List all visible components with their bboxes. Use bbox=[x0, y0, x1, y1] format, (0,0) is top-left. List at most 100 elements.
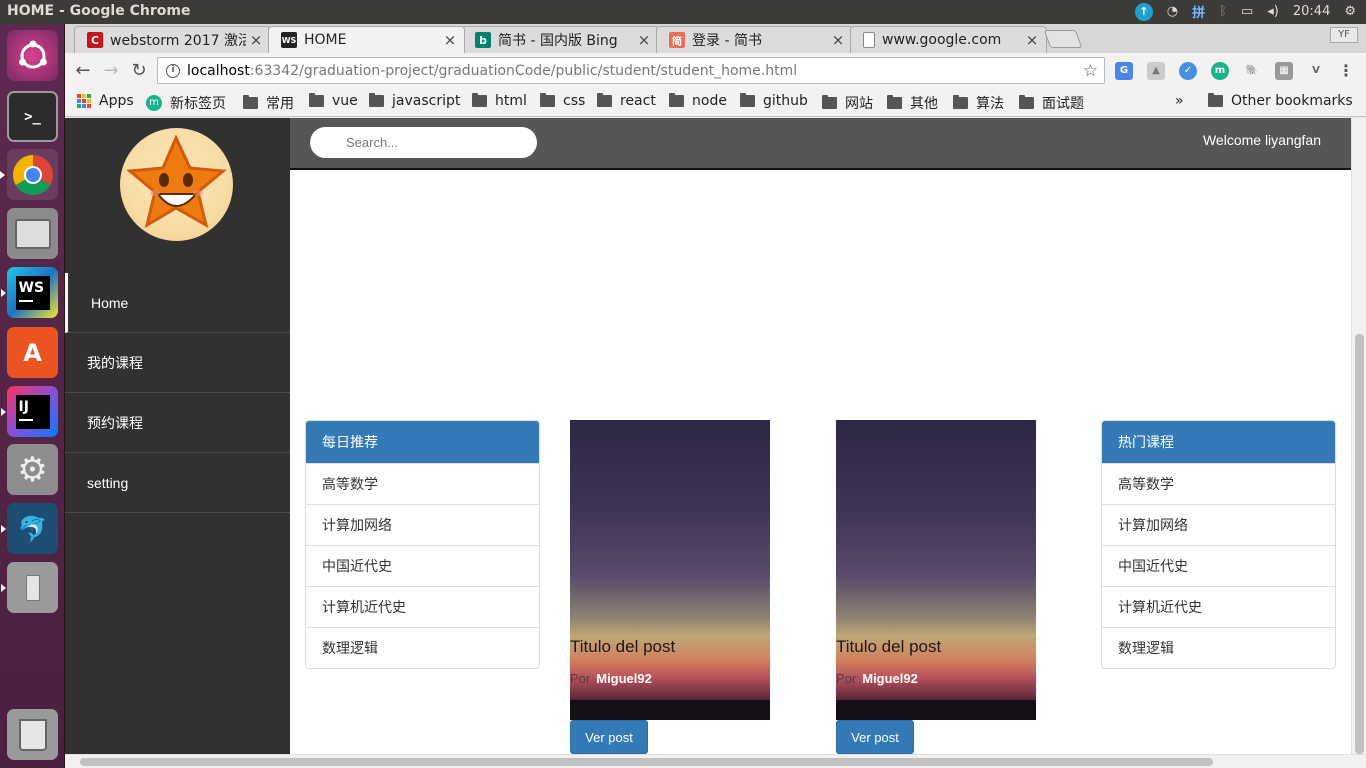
tab-title: 登录 - 简书 bbox=[692, 33, 762, 49]
vertical-scrollbar[interactable] bbox=[1351, 118, 1366, 758]
profile-button[interactable]: YF bbox=[1330, 27, 1358, 43]
new-tab-button[interactable] bbox=[1043, 30, 1083, 48]
system-tray: ↑ ◔ 拼 ᛒ ▭ ◂) 20:44 ⚙ bbox=[1134, 2, 1356, 21]
tab-google[interactable]: www.google.com × bbox=[850, 26, 1047, 53]
close-tab-icon[interactable]: × bbox=[634, 31, 654, 49]
bookmark-apps[interactable]: Apps bbox=[77, 93, 134, 109]
bookmark-folder[interactable]: node bbox=[669, 93, 727, 109]
tab-webstorm[interactable]: C webstorm 2017 激活 × bbox=[74, 26, 271, 53]
wifi-icon[interactable]: ◔ bbox=[1167, 4, 1178, 19]
address-bar[interactable]: i localhost:63342/graduation-project/gra… bbox=[157, 57, 1105, 84]
usb-drive-icon[interactable] bbox=[1, 562, 58, 613]
back-icon[interactable]: ← bbox=[73, 60, 93, 81]
clock[interactable]: 20:44 bbox=[1293, 4, 1330, 19]
webstorm-icon[interactable]: WS bbox=[1, 267, 58, 318]
post-card: Titulo del post Por Miguel92 bbox=[836, 420, 1036, 720]
bookmark-label: javascript bbox=[392, 93, 461, 109]
bookmark-folder[interactable]: javascript bbox=[369, 93, 460, 109]
bookmark-folder[interactable]: react bbox=[597, 93, 656, 109]
list-item[interactable]: 数理逻辑 bbox=[306, 627, 539, 668]
scrollbar-thumb[interactable] bbox=[1355, 334, 1364, 754]
tab-home[interactable]: WS HOME × bbox=[268, 26, 465, 53]
drive-extension-icon[interactable]: ▲ bbox=[1147, 62, 1165, 80]
tab-favicon: 简 bbox=[669, 32, 685, 48]
list-item[interactable]: 计算加网络 bbox=[1102, 504, 1335, 545]
dash-icon[interactable] bbox=[7, 30, 58, 81]
bookmark-folder[interactable]: 常用 bbox=[243, 93, 294, 113]
tab-title: HOME bbox=[304, 32, 347, 48]
close-tab-icon[interactable]: × bbox=[828, 31, 848, 49]
menu-dots-icon[interactable]: ⋮ bbox=[1337, 62, 1355, 80]
avatar[interactable] bbox=[120, 128, 233, 241]
bookmark-label: 算法 bbox=[976, 96, 1004, 112]
info-icon[interactable]: i bbox=[166, 63, 180, 78]
power-gear-icon[interactable]: ⚙ bbox=[1344, 4, 1356, 19]
close-tab-icon[interactable]: × bbox=[1022, 31, 1042, 49]
list-item[interactable]: 计算机近代史 bbox=[1102, 586, 1335, 627]
trash-icon[interactable] bbox=[7, 709, 58, 760]
bookmark-folder[interactable]: html bbox=[472, 93, 527, 109]
evernote-extension-icon[interactable]: 🐘 bbox=[1243, 62, 1261, 80]
bookmark-folder[interactable]: css bbox=[540, 93, 585, 109]
intellij-icon[interactable]: IJ bbox=[1, 386, 58, 437]
terminal-icon[interactable]: >_ bbox=[7, 91, 58, 142]
chrome-icon[interactable] bbox=[0, 149, 58, 200]
view-post-button[interactable]: Ver post bbox=[570, 720, 648, 754]
mysql-workbench-icon[interactable]: 🐬 bbox=[1, 503, 58, 554]
bookmarks-bar: Apps m 新标签页 常用 vue javascript html css r… bbox=[65, 89, 1366, 117]
input-method-indicator[interactable]: 拼 bbox=[1192, 2, 1205, 21]
list-item[interactable]: 计算加网络 bbox=[306, 504, 539, 545]
nav-home[interactable]: Home bbox=[65, 273, 290, 333]
tab-favicon: C bbox=[87, 32, 103, 48]
scrollbar-thumb[interactable] bbox=[80, 758, 1213, 766]
search-input[interactable] bbox=[310, 127, 537, 158]
close-tab-icon[interactable]: × bbox=[440, 31, 460, 49]
v-extension-icon[interactable]: V bbox=[1307, 62, 1325, 80]
list-item[interactable]: 高等数学 bbox=[306, 463, 539, 504]
puzzle-extension-icon[interactable]: ▦ bbox=[1275, 62, 1293, 80]
bookmark-folder[interactable]: 网站 bbox=[822, 93, 873, 113]
tab-favicon: b bbox=[475, 32, 491, 48]
bookmark-new-tab[interactable]: m 新标签页 bbox=[146, 93, 226, 113]
list-item[interactable]: 中国近代史 bbox=[1102, 545, 1335, 586]
horizontal-scrollbar[interactable] bbox=[65, 754, 1366, 768]
nav-setting[interactable]: setting bbox=[65, 453, 290, 513]
bookmark-folder[interactable]: vue bbox=[309, 93, 358, 109]
folder-icon bbox=[309, 93, 324, 107]
nav-my-courses[interactable]: 我的课程 bbox=[65, 333, 290, 393]
folder-icon bbox=[669, 93, 684, 107]
list-item[interactable]: 计算机近代史 bbox=[306, 586, 539, 627]
page-header: Welcome liyangfan bbox=[290, 118, 1351, 170]
bookmarks-overflow-button[interactable]: » bbox=[1175, 93, 1184, 109]
post-author[interactable]: Miguel92 bbox=[862, 671, 918, 686]
bluetooth-icon[interactable]: ᛒ bbox=[1219, 4, 1227, 19]
bookmark-folder[interactable]: 算法 bbox=[953, 93, 1004, 113]
window-title: HOME - Google Chrome bbox=[7, 3, 191, 19]
close-tab-icon[interactable]: × bbox=[246, 31, 266, 49]
bookmark-folder[interactable]: github bbox=[740, 93, 808, 109]
software-center-icon[interactable]: A bbox=[7, 327, 58, 378]
other-bookmarks[interactable]: Other bookmarks bbox=[1208, 93, 1353, 109]
nav-book-course[interactable]: 预约课程 bbox=[65, 393, 290, 453]
volume-icon[interactable]: ◂) bbox=[1267, 4, 1279, 19]
system-settings-icon[interactable]: ⚙ bbox=[7, 444, 58, 495]
tab-jianshu-login[interactable]: 简 登录 - 简书 × bbox=[656, 26, 853, 53]
update-indicator-icon[interactable]: ↑ bbox=[1134, 2, 1153, 21]
bookmark-star-icon[interactable]: ☆ bbox=[1083, 61, 1098, 81]
battery-icon[interactable]: ▭ bbox=[1241, 4, 1253, 19]
reload-icon[interactable]: ↻ bbox=[129, 60, 149, 81]
bookmark-folder[interactable]: 其他 bbox=[887, 93, 938, 113]
view-post-button[interactable]: Ver post bbox=[836, 720, 914, 754]
post-author[interactable]: Miguel92 bbox=[596, 671, 652, 686]
tab-bing[interactable]: b 简书 - 国内版 Bing × bbox=[462, 26, 659, 53]
check-extension-icon[interactable]: ✓ bbox=[1179, 62, 1197, 80]
forward-icon[interactable]: → bbox=[101, 60, 121, 81]
list-item[interactable]: 数理逻辑 bbox=[1102, 627, 1335, 668]
list-item[interactable]: 高等数学 bbox=[1102, 463, 1335, 504]
folder-icon bbox=[1208, 93, 1223, 107]
bookmark-folder[interactable]: 面试题 bbox=[1019, 93, 1084, 113]
files-icon[interactable] bbox=[7, 208, 58, 259]
list-item[interactable]: 中国近代史 bbox=[306, 545, 539, 586]
translate-extension-icon[interactable]: G bbox=[1115, 62, 1133, 80]
m-extension-icon[interactable]: m bbox=[1211, 62, 1229, 80]
